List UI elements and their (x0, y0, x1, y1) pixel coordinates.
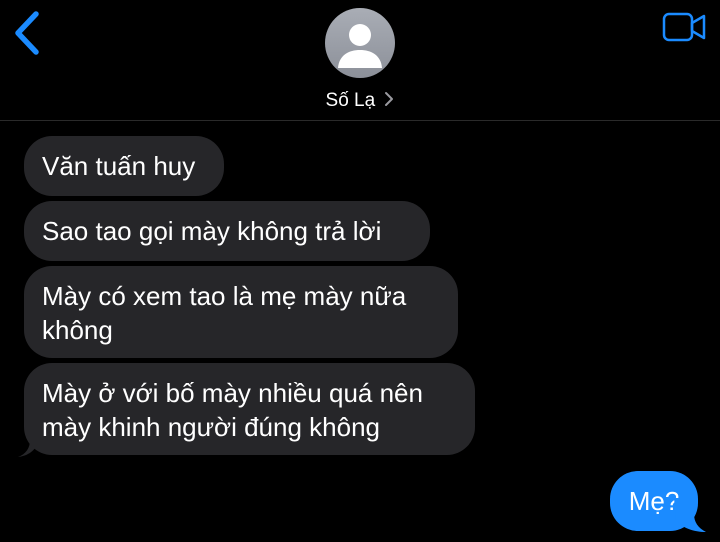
chevron-right-icon (385, 92, 394, 107)
incoming-message[interactable]: Mày có xem tao là mẹ mày nữa không (24, 266, 458, 358)
incoming-message[interactable]: Mày ở với bố mày nhiều quá nên mày khinh… (24, 363, 475, 455)
video-camera-icon (662, 12, 706, 42)
back-button[interactable] (10, 10, 44, 56)
video-call-button[interactable] (662, 12, 708, 42)
conversation-header: Số Lạ (0, 0, 720, 121)
chevron-left-icon (15, 11, 39, 55)
incoming-message[interactable]: Sao tao gọi mày không trả lời (24, 201, 430, 261)
contact-name-row[interactable]: Số Lạ (0, 88, 720, 114)
outgoing-bubble-tail (674, 498, 706, 532)
incoming-bubble-tail (18, 424, 38, 457)
incoming-message[interactable]: Văn tuấn huy (24, 136, 224, 196)
contact-name: Số Lạ (325, 90, 376, 111)
person-silhouette-icon (338, 24, 382, 68)
contact-avatar[interactable] (325, 8, 395, 78)
